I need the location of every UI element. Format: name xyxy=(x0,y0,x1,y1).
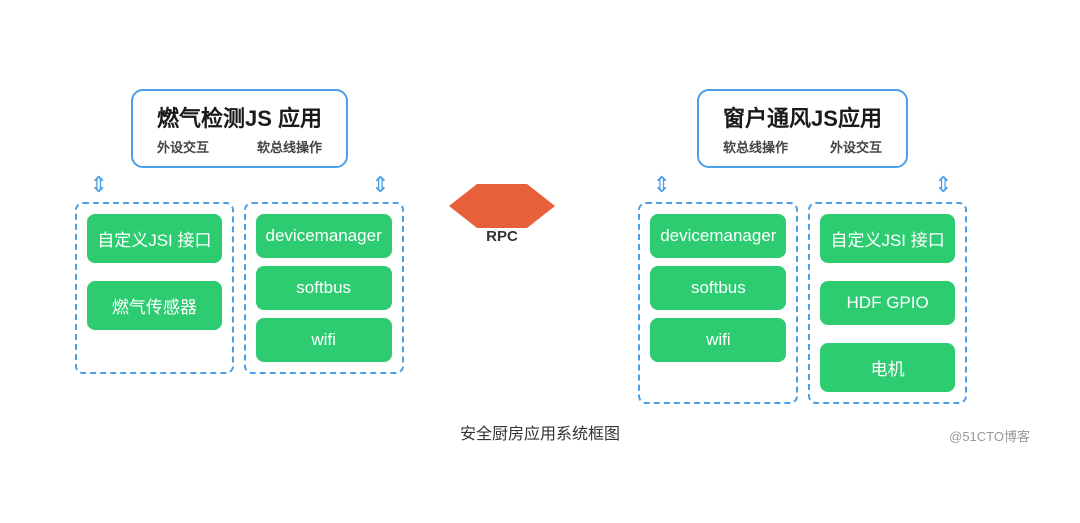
left-device-1: 燃气传感器 xyxy=(87,281,221,330)
left-section: 燃气检测JS 应用 外设交互 软总线操作 ⇕ ⇕ xyxy=(40,89,439,374)
main-container: 燃气检测JS 应用 外设交互 软总线操作 ⇕ ⇕ xyxy=(0,69,1080,455)
left-bidirect-arrow-right: ⇕ xyxy=(371,174,389,196)
left-app-box: 燃气检测JS 应用 外设交互 软总线操作 xyxy=(131,89,348,168)
right-arrow-left: ⇕ xyxy=(653,174,671,196)
left-app-wrapper: 燃气检测JS 应用 外设交互 软总线操作 ⇕ ⇕ xyxy=(90,89,390,202)
left-app-label-left: 外设交互 xyxy=(157,137,209,156)
left-app-label-right: 软总线操作 xyxy=(257,137,322,156)
left-bidirect-arrow-left: ⇕ xyxy=(90,174,108,196)
left-stack-2: wifi xyxy=(256,318,392,362)
diagram: 燃气检测JS 应用 外设交互 软总线操作 ⇕ ⇕ xyxy=(40,89,1040,404)
right-app-label: 软总线操作 外设交互 xyxy=(723,137,882,156)
right-device-1: HDF GPIO xyxy=(820,281,954,325)
right-section: 窗户通风JS应用 软总线操作 外设交互 ⇕ ⇕ xyxy=(565,89,1040,404)
left-app-label: 外设交互 软总线操作 xyxy=(157,137,322,156)
left-stack-1: softbus xyxy=(256,266,392,310)
right-bidirect-arrow-right: ⇕ xyxy=(934,174,952,196)
left-stack-box: devicemanager softbus wifi xyxy=(244,202,404,374)
rpc-label: RPC xyxy=(486,228,518,245)
left-arrow-left: ⇕ xyxy=(90,174,108,196)
watermark: @51CTO博客 xyxy=(949,426,1030,445)
right-devices-box: 自定义JSI 接口 HDF GPIO 电机 xyxy=(808,202,966,404)
right-stack-0: devicemanager xyxy=(650,214,786,258)
rpc-section: RPC xyxy=(439,184,565,245)
caption: 安全厨房应用系统框图 xyxy=(460,420,620,444)
right-device-2: 电机 xyxy=(820,343,954,392)
right-bidirect-arrow-left: ⇕ xyxy=(653,174,671,196)
right-arrow-right: ⇕ xyxy=(934,174,952,196)
left-devices-box: 自定义JSI 接口 燃气传感器 xyxy=(75,202,233,374)
right-stack-1: softbus xyxy=(650,266,786,310)
left-arrow-right: ⇕ xyxy=(371,174,389,196)
right-device-0: 自定义JSI 接口 xyxy=(820,214,954,263)
right-app-label-left: 软总线操作 xyxy=(723,137,788,156)
arrow-body xyxy=(477,184,527,228)
left-stack-0: devicemanager xyxy=(256,214,392,258)
right-arrows: ⇕ ⇕ xyxy=(653,174,953,196)
right-app-wrapper: 窗户通风JS应用 软总线操作 外设交互 ⇕ ⇕ xyxy=(653,89,953,202)
arrow-left-head xyxy=(449,184,477,228)
left-arrows: ⇕ ⇕ xyxy=(90,174,390,196)
right-app-box: 窗户通风JS应用 软总线操作 外设交互 xyxy=(697,89,908,168)
left-app-title: 燃气检测JS 应用 xyxy=(157,106,322,131)
right-inner: devicemanager softbus wifi 自定义JSI 接口 HDF… xyxy=(638,202,967,404)
right-stack-box: devicemanager softbus wifi xyxy=(638,202,798,404)
right-stack-2: wifi xyxy=(650,318,786,362)
rpc-arrow-graphic xyxy=(449,184,555,228)
left-device-0: 自定义JSI 接口 xyxy=(87,214,221,263)
left-inner: 自定义JSI 接口 燃气传感器 devicemanager softbus wi… xyxy=(75,202,404,374)
right-app-title: 窗户通风JS应用 xyxy=(723,106,882,131)
arrow-right-head xyxy=(527,184,555,228)
right-app-label-right: 外设交互 xyxy=(830,137,882,156)
